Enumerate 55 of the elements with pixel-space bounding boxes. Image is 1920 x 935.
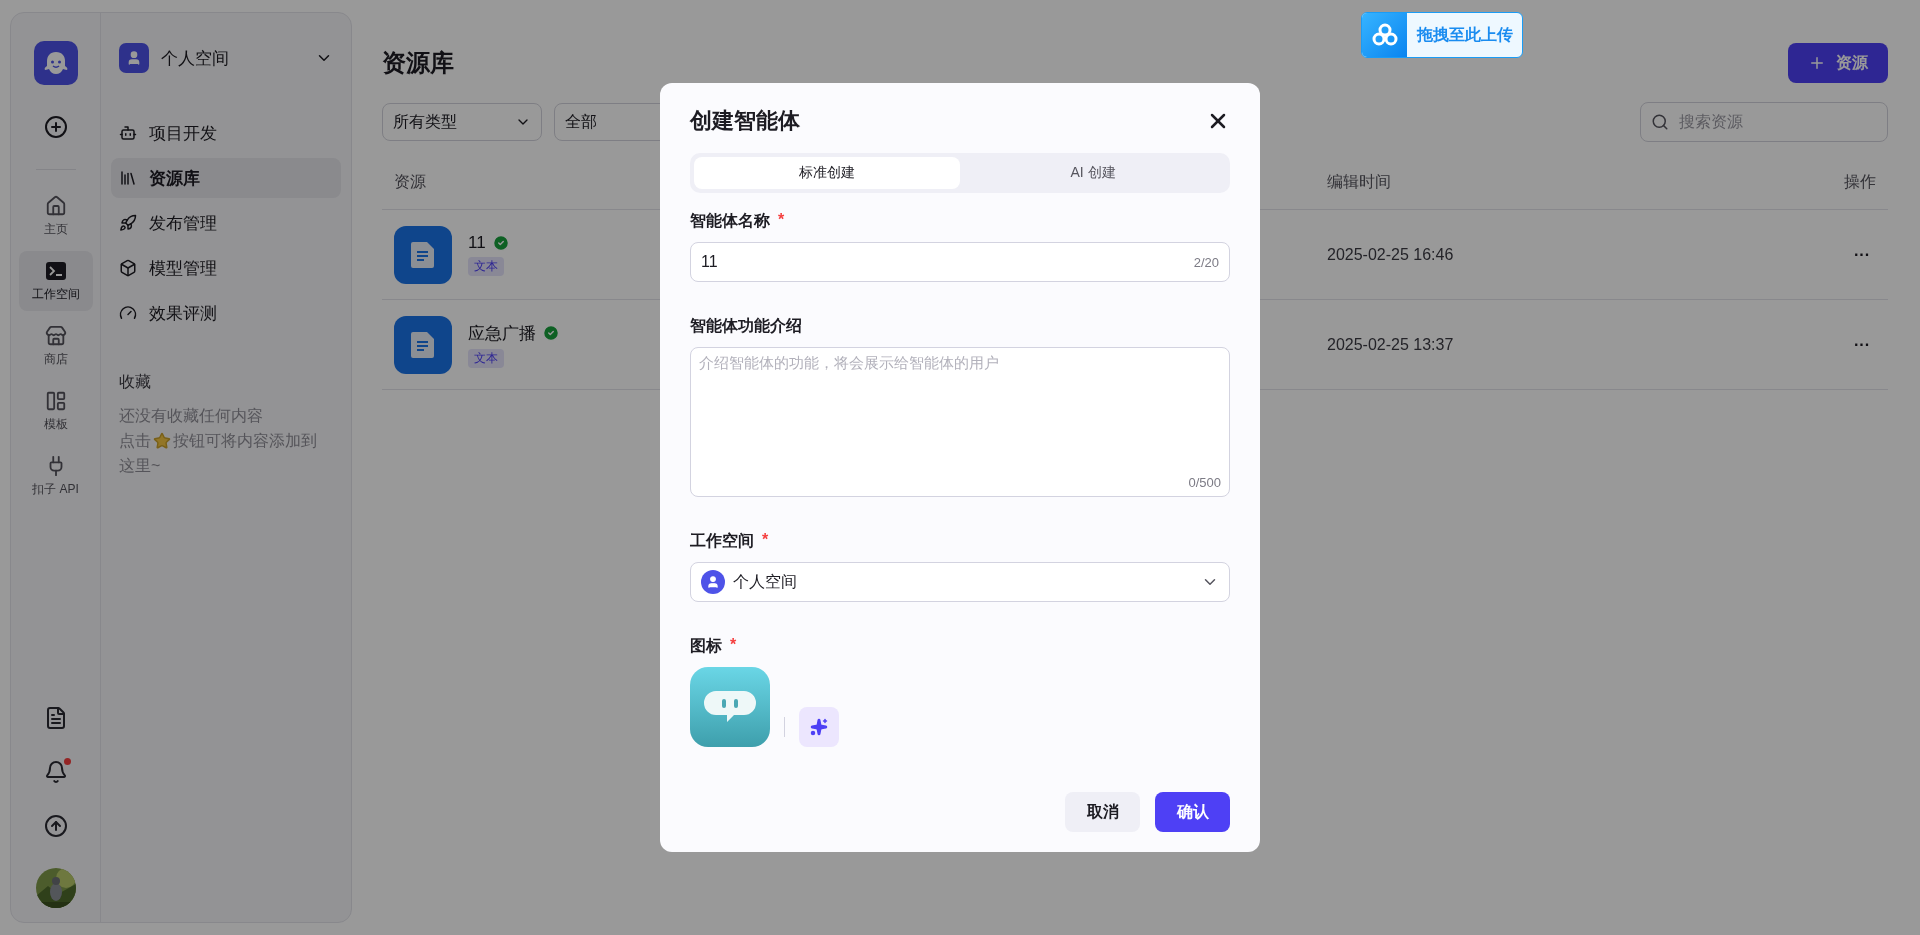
column-header: 操作 — [1795, 156, 1888, 210]
column-header: 编辑时间 — [1315, 156, 1795, 210]
resource-name[interactable]: 11 — [468, 233, 486, 253]
nav-item[interactable]: 发布管理 — [111, 203, 341, 243]
required-mark: * — [778, 211, 785, 230]
tab[interactable]: AI 创建 — [960, 157, 1226, 189]
favorites-hint-text: 这里~ — [119, 456, 161, 476]
page-title: 资源库 — [382, 48, 454, 78]
rail-nav-label: 模板 — [43, 415, 68, 433]
rail-nav-label: 工作空间 — [31, 285, 80, 303]
select-value: 个人空间 — [733, 571, 798, 592]
char-counter: 2/20 — [1193, 254, 1219, 270]
table-cell: 2025-02-25 16:46 — [1315, 210, 1795, 300]
cancel-button[interactable]: 取消 — [1065, 792, 1140, 832]
field-label: 图标 — [690, 636, 722, 656]
char-counter: 0/500 — [1188, 475, 1221, 490]
description-field[interactable]: 介绍智能体的功能，将会展示给智能体的用户 0/500 — [690, 347, 1230, 497]
favorites-hint-text: 按钮可将内容添加到 — [173, 431, 317, 451]
table-cell: 2025-02-25 13:37 — [1315, 300, 1795, 390]
filter-select[interactable]: 所有类型 — [382, 103, 542, 141]
field-label: 工作空间 — [690, 531, 754, 551]
rail-nav-item[interactable]: 扣子 API — [18, 446, 93, 506]
required-mark: * — [762, 531, 769, 550]
upload-label: 拖拽至此上传 — [1415, 24, 1514, 45]
rail-nav-item[interactable]: 模板 — [18, 381, 93, 441]
favorites-title: 收藏 — [119, 372, 152, 392]
rail-nav-item[interactable]: 工作空间 — [18, 251, 93, 311]
more-button[interactable]: ··· — [1848, 335, 1876, 354]
nav-item[interactable]: 模型管理 — [111, 248, 341, 288]
rail-nav-item[interactable]: 商店 — [18, 316, 93, 376]
nav-item[interactable]: 资源库 — [111, 158, 341, 198]
rail-nav-label: 商店 — [43, 350, 68, 368]
resource-name[interactable]: 应急广播 — [468, 321, 536, 345]
nav-item[interactable]: 项目开发 — [111, 113, 341, 153]
rail-nav-item[interactable]: 主页 — [18, 186, 93, 246]
name-input-field[interactable]: 11 2/20 — [690, 242, 1230, 282]
placeholder-text: 介绍智能体的功能，将会展示给智能体的用户 — [699, 354, 1000, 373]
upload-drop-zone[interactable]: 拖拽至此上传 — [1361, 12, 1523, 58]
input-value: 11 — [701, 253, 719, 271]
type-tag: 文本 — [468, 257, 504, 276]
rail-nav-label: 主页 — [43, 220, 68, 238]
space-name[interactable]: 个人空间 — [161, 46, 303, 70]
confirm-button[interactable]: 确认 — [1155, 792, 1230, 832]
favorites-hint-text: 点击 — [119, 431, 151, 451]
tab[interactable]: 标准创建 — [694, 157, 960, 189]
field-label: 智能体功能介绍 — [690, 316, 802, 336]
add-resource-button[interactable]: 资源 — [1788, 43, 1888, 83]
more-button[interactable]: ··· — [1848, 245, 1876, 264]
workspace-select[interactable]: 个人空间 — [690, 562, 1230, 602]
required-mark: * — [730, 636, 737, 655]
favorites-empty-text: 还没有收藏任何内容 — [119, 406, 263, 426]
nav-item[interactable]: 效果评测 — [111, 293, 341, 333]
field-label: 智能体名称 — [690, 211, 770, 231]
type-tag: 文本 — [468, 348, 504, 368]
rail-nav-label: 扣子 API — [32, 480, 79, 498]
